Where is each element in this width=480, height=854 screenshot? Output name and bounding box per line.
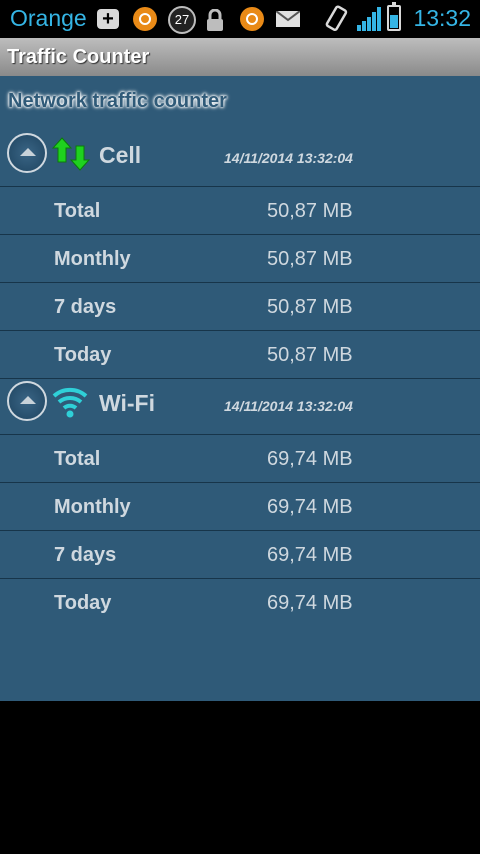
stat-value: 69,74 MB xyxy=(267,544,353,566)
stat-row: 7 days 69,74 MB xyxy=(0,531,480,579)
carrier-name: Orange xyxy=(10,5,87,31)
count-badge-icon: 27 xyxy=(168,6,196,34)
panel-heading: Network traffic counter xyxy=(8,90,227,112)
wifi-section: Wi-Fi 14/11/2014 13:32:04 Total 69,74 MB… xyxy=(0,378,480,626)
stat-row: Total 69,74 MB xyxy=(0,435,480,483)
stat-label: 7 days xyxy=(54,544,117,566)
up-down-arrows-icon xyxy=(51,136,91,177)
stat-label: Total xyxy=(54,448,101,470)
section-name: Cell xyxy=(99,142,142,168)
clock: 13:32 xyxy=(413,5,471,31)
section-header[interactable]: Wi-Fi 14/11/2014 13:32:04 xyxy=(0,378,480,435)
stat-label: Total xyxy=(54,200,101,222)
wifi-icon xyxy=(52,384,90,425)
signal-strength-icon xyxy=(357,7,383,36)
collapse-button[interactable] xyxy=(7,381,47,421)
collapse-button[interactable] xyxy=(7,133,47,173)
stat-row: Monthly 50,87 MB xyxy=(0,235,480,283)
stat-row: Today 69,74 MB xyxy=(0,579,480,626)
stat-row: 7 days 50,87 MB xyxy=(0,283,480,331)
section-date: 14/11/2014 13:32:04 xyxy=(224,150,353,166)
status-bar: Orange + 27 13:32 xyxy=(0,0,480,38)
stat-label: Today xyxy=(54,344,112,366)
section-name: Wi-Fi xyxy=(99,390,155,416)
plus-notification-icon: + xyxy=(97,9,119,29)
stat-value: 50,87 MB xyxy=(267,248,353,270)
app-notification-icon xyxy=(133,7,157,31)
stat-value: 50,87 MB xyxy=(267,344,353,366)
main-panel: Network traffic counter Cell 14/11/2014 … xyxy=(0,76,480,701)
stat-value: 69,74 MB xyxy=(267,496,353,518)
stat-row: Today 50,87 MB xyxy=(0,331,480,379)
stat-value: 69,74 MB xyxy=(267,448,353,470)
stat-label: Monthly xyxy=(54,496,131,518)
stat-label: 7 days xyxy=(54,296,117,318)
stat-value: 50,87 MB xyxy=(267,296,353,318)
lock-icon xyxy=(205,8,225,36)
screen-rotation-icon xyxy=(323,5,349,38)
stat-row: Total 50,87 MB xyxy=(0,187,480,235)
cell-section: Cell 14/11/2014 13:32:04 Total 50,87 MB … xyxy=(0,130,480,379)
stat-label: Today xyxy=(54,592,112,614)
section-date: 14/11/2014 13:32:04 xyxy=(224,398,353,414)
stat-row: Monthly 69,74 MB xyxy=(0,483,480,531)
section-header[interactable]: Cell 14/11/2014 13:32:04 xyxy=(0,130,480,187)
stat-label: Monthly xyxy=(54,248,131,270)
title-bar: Traffic Counter xyxy=(0,38,480,76)
stat-value: 50,87 MB xyxy=(267,200,353,222)
stat-value: 69,74 MB xyxy=(267,592,353,614)
mail-icon xyxy=(275,10,301,32)
app-title: Traffic Counter xyxy=(7,46,150,68)
app-notification-icon-2 xyxy=(240,7,264,31)
battery-icon xyxy=(387,2,401,31)
